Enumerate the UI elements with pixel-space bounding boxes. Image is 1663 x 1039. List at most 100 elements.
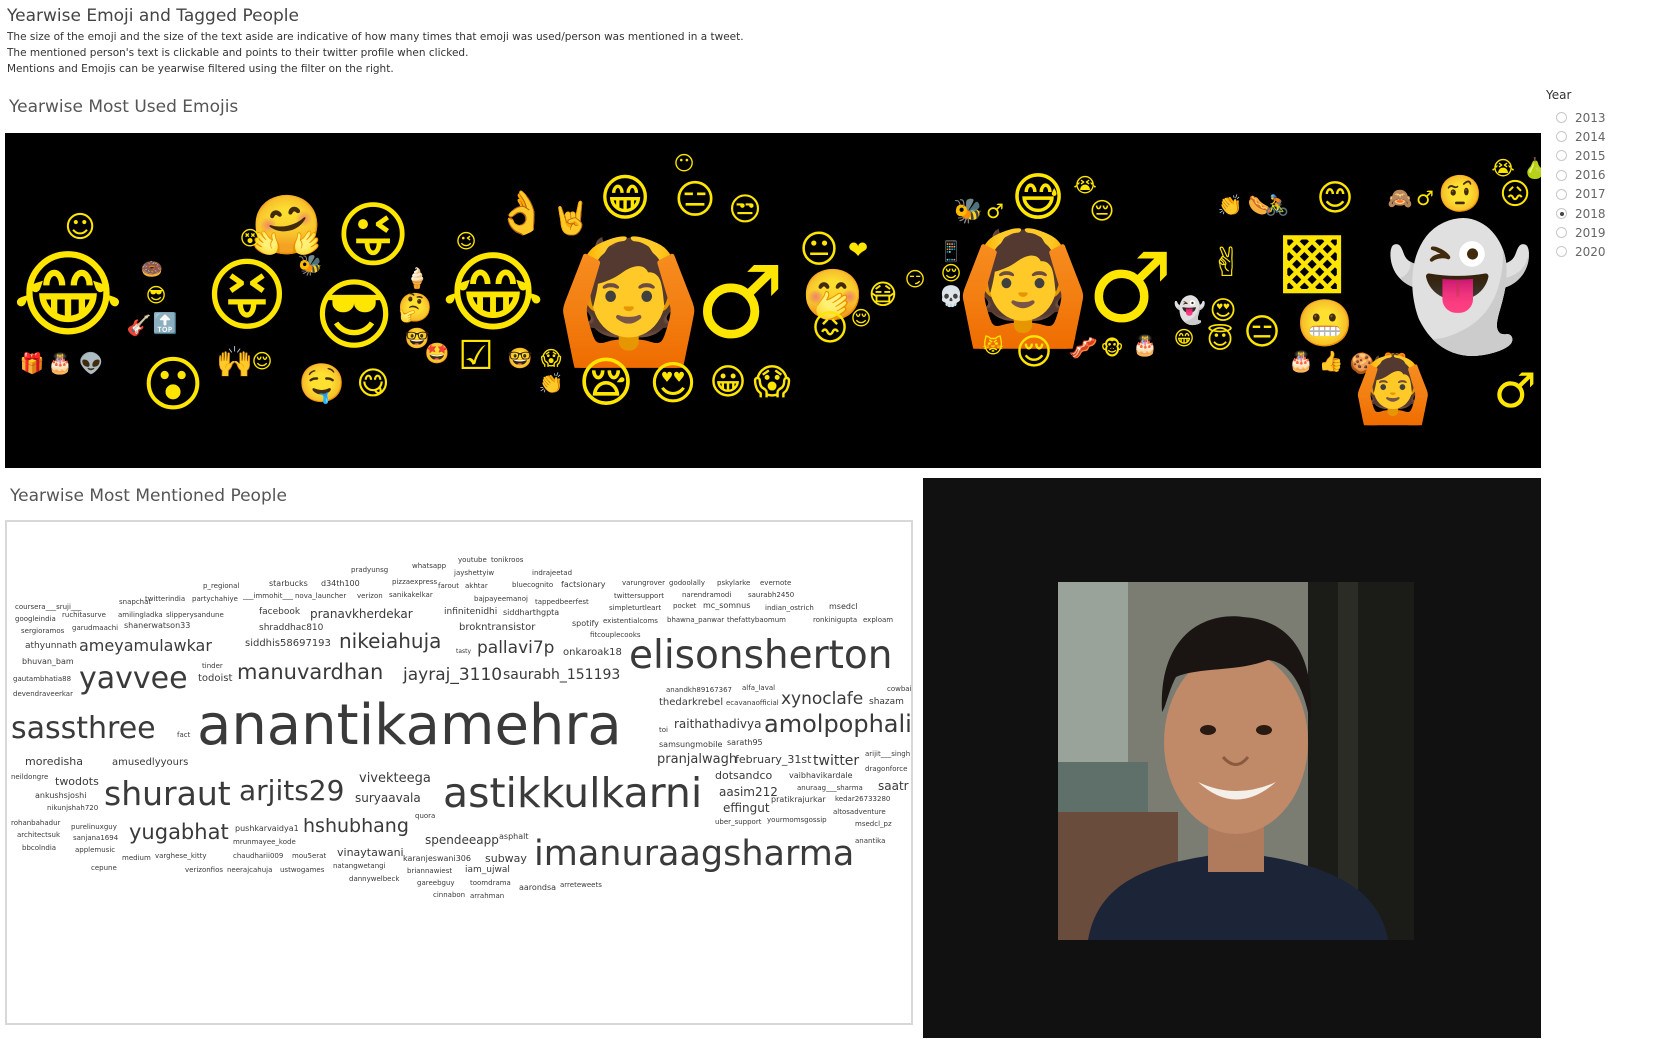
mention-link[interactable]: twittersupport <box>614 593 664 600</box>
mention-link[interactable]: natangwetangi <box>333 863 386 870</box>
mention-link[interactable]: anantika <box>855 838 885 845</box>
mention-link[interactable]: quora <box>415 813 435 820</box>
mention-link[interactable]: dannywelbeck <box>349 876 399 883</box>
mention-link[interactable]: saurabh_151193 <box>503 668 620 682</box>
mention-link[interactable]: starbucks <box>269 580 308 588</box>
mention-link[interactable]: vivekteega <box>359 772 431 785</box>
mention-link[interactable]: february_31st <box>735 754 811 765</box>
radio-button[interactable] <box>1556 208 1567 220</box>
mention-link[interactable]: pranavkherdekar <box>310 608 413 620</box>
mention-link[interactable]: pskylarke <box>717 580 750 587</box>
mention-link[interactable]: indian_ostrich <box>765 605 814 612</box>
year-option-2017[interactable]: 2017 <box>1546 185 1656 204</box>
mention-link[interactable]: saurabh2450 <box>748 592 794 599</box>
mention-link[interactable]: samsungmobile <box>659 741 722 749</box>
mention-link[interactable]: medium <box>122 855 151 862</box>
mention-link[interactable]: tinder <box>202 663 223 670</box>
mention-link[interactable]: pushkarvaidya1 <box>235 825 299 833</box>
mention-link[interactable]: raithathadivya <box>674 718 761 730</box>
mention-link[interactable]: p_regional <box>203 583 239 590</box>
radio-button[interactable] <box>1556 131 1567 143</box>
mention-link[interactable]: sanjana1694 <box>73 835 118 842</box>
mention-link[interactable]: sassthree <box>11 714 156 744</box>
mention-link[interactable]: nikeiahuja <box>339 631 441 651</box>
mention-link[interactable]: ecavanaofficial <box>726 700 779 707</box>
mention-link[interactable]: ankushsjoshi <box>35 792 86 800</box>
mention-link[interactable]: arrahman <box>470 893 504 900</box>
mention-link[interactable]: pizzaexpress <box>392 579 437 586</box>
mention-link[interactable]: imanuraagsharma <box>534 837 854 872</box>
mention-link[interactable]: architectsuk <box>17 832 60 839</box>
mention-link[interactable]: gareebguy <box>417 880 455 887</box>
mention-link[interactable]: ustwogames <box>280 867 324 874</box>
mention-link[interactable]: siddhis58697193 <box>245 639 331 649</box>
mention-link[interactable]: sergioramos <box>21 628 64 635</box>
year-option-2013[interactable]: 2013 <box>1546 108 1656 127</box>
mention-link[interactable]: mrunmayee_kode <box>233 839 296 846</box>
mention-link[interactable]: twitter <box>813 754 859 768</box>
mention-link[interactable]: nova_launcher <box>295 593 346 600</box>
mention-link[interactable]: youtube <box>458 557 487 564</box>
mention-link[interactable]: subway <box>485 853 527 864</box>
mention-link[interactable]: effingut <box>723 802 770 814</box>
mention-link[interactable]: d34th100 <box>321 580 360 588</box>
mention-link[interactable]: pradyunsg <box>351 567 388 574</box>
mention-link[interactable]: anuraag___sharma <box>797 785 863 792</box>
mention-link[interactable]: exploam <box>863 617 893 624</box>
mention-link[interactable]: spendeeapp <box>425 834 499 846</box>
year-option-2019[interactable]: 2019 <box>1546 223 1656 242</box>
mention-link[interactable]: spotify <box>572 620 599 628</box>
mention-link[interactable]: pranjalwagh <box>657 753 737 766</box>
mention-link[interactable]: aasim212 <box>719 786 778 798</box>
mention-link[interactable]: tasty <box>456 649 471 655</box>
mention-link[interactable]: suryaavala <box>355 792 421 804</box>
mention-link[interactable]: neerajcahuja <box>227 867 272 874</box>
mention-link[interactable]: pratikrajurkar <box>771 796 826 804</box>
mention-link[interactable]: anandkh89167367 <box>666 687 732 694</box>
mention-link[interactable]: jayshettyiw <box>454 570 494 577</box>
mention-link[interactable]: bluecognito <box>512 582 553 589</box>
mention-link[interactable]: bbcolndia <box>22 845 56 852</box>
mention-link[interactable]: existentialcoms <box>603 618 658 625</box>
mention-link[interactable]: thedarkrebel <box>659 698 723 708</box>
mention-link[interactable]: varghese_kitty <box>155 853 206 860</box>
mention-link[interactable]: brokntransistor <box>459 623 535 633</box>
mention-link[interactable]: toi <box>659 727 668 734</box>
mention-link[interactable]: simpleturtleart <box>609 605 661 612</box>
mention-link[interactable]: varungrover <box>622 580 665 587</box>
mention-link[interactable]: yourmomsgossip <box>767 817 827 824</box>
mention-link[interactable]: siddharthgpta <box>503 609 559 617</box>
mention-link[interactable]: todoist <box>198 674 232 684</box>
mention-link[interactable]: shanerwatson33 <box>124 622 190 630</box>
mention-link[interactable]: cowbai <box>887 686 911 693</box>
mention-link[interactable]: moredisha <box>25 756 83 767</box>
radio-button[interactable] <box>1556 246 1567 258</box>
year-option-2020[interactable]: 2020 <box>1546 242 1656 261</box>
radio-button[interactable] <box>1556 169 1567 181</box>
mention-link[interactable]: whatsapp <box>412 563 446 570</box>
mention-link[interactable]: rohanbahadur <box>11 820 60 827</box>
mention-link[interactable]: vinaytawani <box>337 847 404 858</box>
mention-link[interactable]: arreteweets <box>560 882 602 889</box>
mention-link[interactable]: amusedlyyours <box>112 758 188 768</box>
mention-link[interactable]: elisonsherton <box>629 636 893 675</box>
mention-link[interactable]: amilingladka <box>118 612 163 619</box>
mention-link[interactable]: cepune <box>91 865 117 872</box>
mention-link[interactable]: indrajeetad <box>532 570 572 577</box>
mention-link[interactable]: saatr <box>878 780 909 792</box>
mention-link[interactable]: jayraj_3110 <box>403 667 502 684</box>
mention-link[interactable]: pocket <box>673 603 696 610</box>
radio-button[interactable] <box>1556 150 1567 162</box>
mention-link[interactable]: yugabhat <box>129 822 229 843</box>
mention-link[interactable]: msedcl <box>829 603 858 611</box>
mention-link[interactable]: verizonfios <box>185 867 223 874</box>
year-option-2016[interactable]: 2016 <box>1546 166 1656 185</box>
mention-link[interactable]: mc_somnus <box>703 602 750 610</box>
mention-link[interactable]: athyunnath <box>25 642 77 651</box>
mention-link[interactable]: toomdrama <box>470 880 511 887</box>
mention-link[interactable]: arijit___singh <box>865 751 910 758</box>
mention-link[interactable]: godoolally <box>669 580 705 587</box>
mention-link[interactable]: bhawna_panwar <box>667 617 724 624</box>
mention-link[interactable]: cinnabon <box>433 892 465 899</box>
mention-link[interactable]: applemusic <box>75 847 115 854</box>
